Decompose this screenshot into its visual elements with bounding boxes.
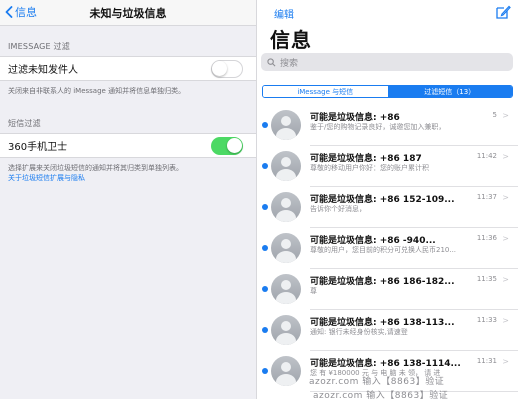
filter-unknown-cell: 过滤未知发件人 (0, 56, 256, 81)
message-list: 可能是垃圾信息: +86 5 > 鉴于/您的购物记录良好，诚邀您加入兼职， 可能是垃圾信… (257, 105, 518, 392)
chevron-right-icon: > (502, 152, 509, 161)
toggle-knob (212, 61, 227, 76)
sms-privacy-link[interactable]: 关于垃圾短信扩展与隐私 (0, 173, 256, 183)
message-preview: 通知: 银行未经身份核实,请速登 (310, 328, 408, 336)
messages-panel: 编辑 信息 搜索 iMessage 与短信 过滤短信（13） 可能是垃圾信息: … (256, 0, 518, 399)
message-time: 5 (492, 111, 497, 119)
message-preview: 尊敬的移动用户你好：您的账户累计积 (310, 164, 429, 172)
filter-unknown-label: 过滤未知发件人 (8, 65, 78, 76)
message-row[interactable]: 可能是垃圾信息: +86 186-182... 11:35 > 尊 (257, 269, 518, 310)
segment-filtered-sms[interactable]: 过滤短信（13） (387, 86, 512, 97)
chevron-right-icon: > (502, 193, 509, 202)
chevron-right-icon: > (502, 234, 509, 243)
message-time: 11:35 (476, 275, 497, 283)
message-time: 11:31 (476, 357, 497, 365)
message-row[interactable]: 可能是垃圾信息: +86 5 > 鉴于/您的购物记录良好，诚邀您加入兼职， (257, 105, 518, 146)
filter-segmented-control: iMessage 与短信 过滤短信（13） (262, 85, 513, 98)
filter-unknown-footer: 关闭来自非联系人的 iMessage 通知并将信息单独归类。 (8, 87, 186, 95)
filter-unknown-toggle[interactable] (211, 60, 243, 78)
contact-avatar-icon (271, 110, 301, 140)
search-input[interactable]: 搜索 (261, 53, 513, 71)
contact-avatar-icon (271, 233, 301, 263)
unread-dot (262, 204, 268, 210)
segment-imessage-sms[interactable]: iMessage 与短信 (263, 86, 388, 97)
watermark-text: azozr.com 输入【8863】验证 (313, 391, 449, 399)
contact-avatar-icon (271, 356, 301, 386)
message-time: 11:36 (476, 234, 497, 242)
filter-app-cell: 360手机卫士 (0, 133, 256, 158)
message-time: 11:42 (476, 152, 497, 160)
message-row[interactable]: 可能是垃圾信息: +86 187 11:42 > 尊敬的移动用户你好：您的账户累计积 (257, 146, 518, 187)
sms-footer: 选择扩展来关闭垃圾短信的通知并将其归类到单独列表。 (8, 164, 183, 172)
message-preview: 鉴于/您的购物记录良好，诚邀您加入兼职， (310, 123, 446, 131)
unread-dot (262, 245, 268, 251)
toggle-knob (227, 138, 242, 153)
messages-title: 信息 (270, 28, 312, 52)
message-preview: 告诉你个好消息， (310, 205, 366, 213)
contact-avatar-icon (271, 315, 301, 345)
contact-avatar-icon (271, 274, 301, 304)
imessage-section-header: IMESSAGE 过滤 (8, 42, 70, 51)
contact-avatar-icon (271, 192, 301, 222)
search-icon (267, 57, 276, 66)
contact-avatar-icon (271, 151, 301, 181)
filter-app-toggle[interactable] (211, 137, 243, 155)
message-preview: 尊敬的用户，您目前的积分可兑换人民币210... (310, 246, 457, 254)
settings-panel: 信息 未知与垃圾信息 IMESSAGE 过滤 过滤未知发件人 关闭来自非联系人的… (0, 0, 256, 399)
filter-app-label: 360手机卫士 (8, 142, 68, 153)
chevron-right-icon: > (502, 275, 509, 284)
chevron-right-icon: > (502, 316, 509, 325)
page-title: 未知与垃圾信息 (89, 7, 167, 20)
message-time: 11:33 (476, 316, 497, 324)
chevron-right-icon: > (502, 357, 509, 366)
settings-navbar: 信息 未知与垃圾信息 (0, 0, 256, 26)
search-placeholder: 搜索 (280, 58, 299, 69)
unread-dot (262, 327, 268, 333)
watermark-text: azozr.com 输入【8863】验证 (309, 377, 445, 387)
message-time: 11:37 (476, 193, 497, 201)
sms-section-header: 短信过滤 (8, 119, 41, 128)
unread-dot (262, 286, 268, 292)
unread-dot (262, 163, 268, 169)
unread-dot (262, 368, 268, 374)
message-preview: 尊 (310, 287, 317, 295)
edit-button[interactable]: 编辑 (274, 6, 294, 21)
message-row[interactable]: 可能是垃圾信息: +86 152-109... 11:37 > 告诉你个好消息， (257, 187, 518, 228)
compose-icon[interactable] (495, 4, 511, 20)
message-row[interactable]: 可能是垃圾信息: +86 138-113... 11:33 > 通知: 银行未经身份核… (257, 310, 518, 351)
message-row[interactable]: 可能是垃圾信息: +86 -940... 11:36 > 尊敬的用户，您目前的积分可兑… (257, 228, 518, 269)
chevron-right-icon: > (502, 111, 509, 120)
unread-dot (262, 122, 268, 128)
